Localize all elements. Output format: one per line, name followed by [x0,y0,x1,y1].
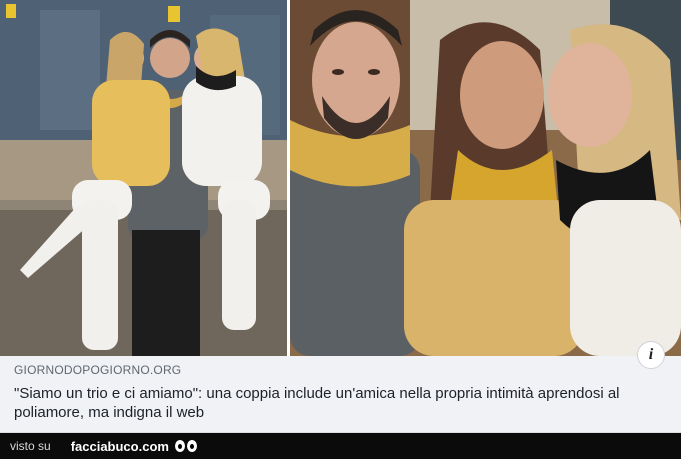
info-icon[interactable]: i [637,341,665,369]
eye-right [186,440,197,452]
watermark-footer: visto su facciabuco.com [0,433,681,459]
link-headline[interactable]: "Siamo un trio e ci amiamo": una coppia … [14,384,621,422]
eye-left [174,440,185,452]
seen-on-label: visto su [10,439,51,453]
link-preview-card[interactable]: i GIORNODOPOGIORNO.ORG "Siamo un trio e … [0,0,681,433]
photo-left-image [0,0,287,356]
photo-left[interactable] [0,0,287,356]
eyes-icon [174,440,197,452]
photo-right[interactable] [290,0,681,356]
photo-right-image [290,0,681,356]
link-domain: GIORNODOPOGIORNO.ORG [14,363,182,377]
link-meta[interactable]: GIORNODOPOGIORNO.ORG "Siamo un trio e ci… [14,363,621,422]
brand-label: facciabuco.com [70,438,169,454]
